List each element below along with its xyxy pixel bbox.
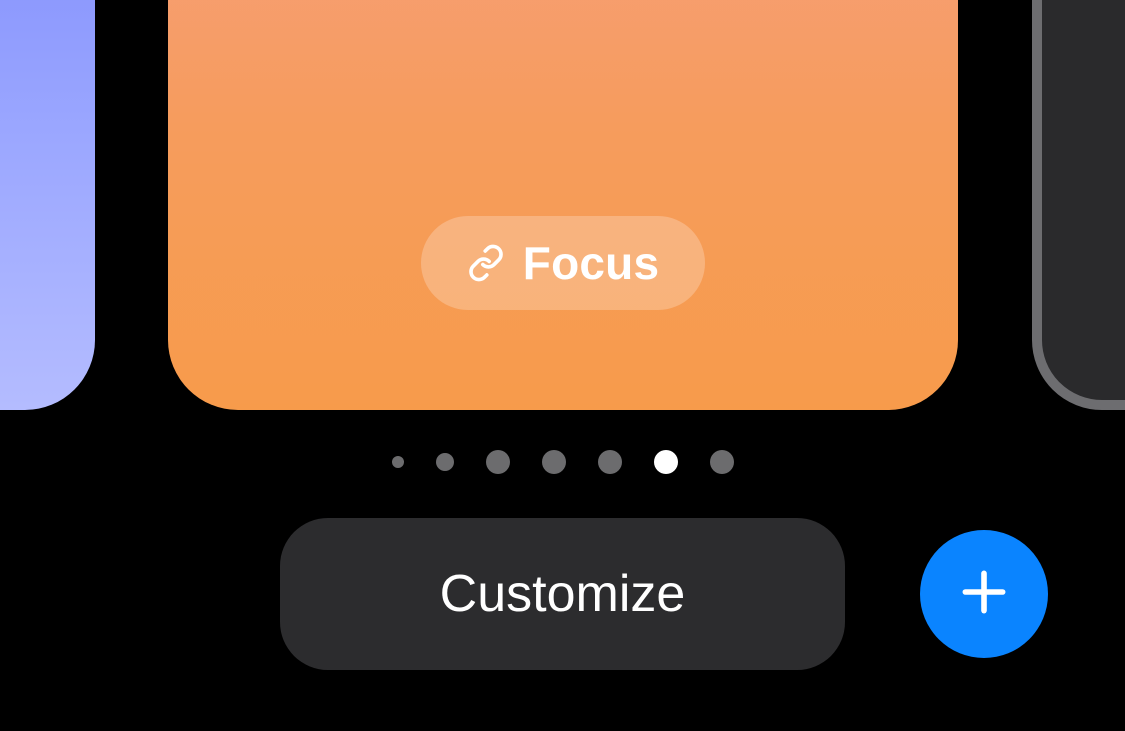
- page-dot[interactable]: [710, 450, 734, 474]
- bottom-actions: Customize: [0, 518, 1125, 678]
- next-lock-screen-card[interactable]: [1032, 0, 1125, 410]
- prev-lock-screen-card[interactable]: [0, 0, 95, 410]
- plus-icon: [956, 564, 1012, 625]
- link-icon: [467, 244, 505, 282]
- page-dot[interactable]: [486, 450, 510, 474]
- add-button[interactable]: [920, 530, 1048, 658]
- page-dot-active[interactable]: [654, 450, 678, 474]
- page-dot[interactable]: [392, 456, 404, 468]
- current-lock-screen-card[interactable]: Focus: [168, 0, 958, 410]
- customize-button[interactable]: Customize: [280, 518, 845, 670]
- customize-label: Customize: [440, 564, 686, 624]
- page-dot[interactable]: [542, 450, 566, 474]
- page-dot[interactable]: [436, 453, 454, 471]
- page-indicator[interactable]: [0, 450, 1125, 474]
- focus-pill-label: Focus: [523, 236, 659, 290]
- focus-link-pill[interactable]: Focus: [421, 216, 705, 310]
- lock-screen-carousel[interactable]: Focus: [0, 0, 1125, 410]
- page-dot[interactable]: [598, 450, 622, 474]
